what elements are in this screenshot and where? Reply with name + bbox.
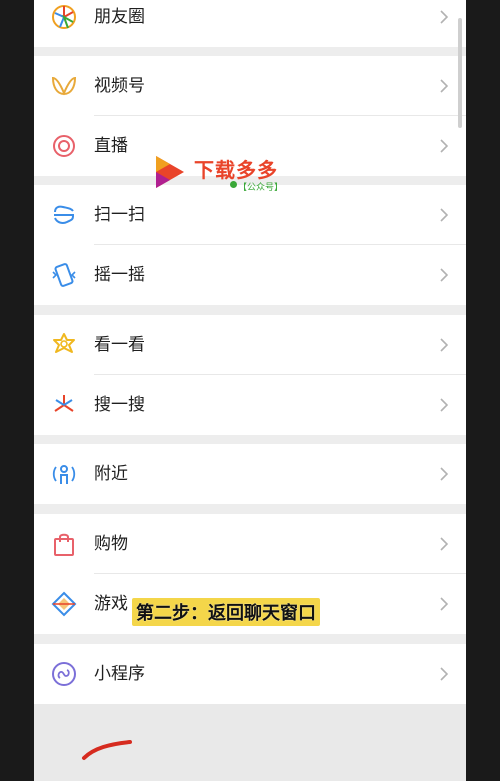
annotation-stroke (82, 740, 132, 760)
discover-screen: 朋友圈 视频号 直播 扫一扫 摇一摇 看一看 搜一搜 附近 购物 游戏 小程序 (34, 0, 466, 781)
menu-item-label: 游戏 (94, 594, 128, 614)
menu-item-label: 视频号 (94, 76, 145, 96)
shopping-icon (54, 533, 74, 556)
chevron-right-icon (440, 268, 448, 282)
scan-icon (54, 205, 74, 224)
chevron-right-icon (440, 597, 448, 611)
watermark-subtitle: 【公众号】 (238, 183, 284, 193)
games-icon (51, 591, 77, 617)
channels-icon (51, 76, 77, 96)
chevron-right-icon (440, 667, 448, 681)
menu-item-label: 小程序 (94, 664, 145, 684)
menu-item-search[interactable]: 搜一搜 (34, 375, 466, 435)
watermark-title: 下载多多 (194, 158, 278, 182)
watermark: 下载多多 【公众号】 (152, 152, 302, 196)
chevron-right-icon (440, 139, 448, 153)
moments-icon (52, 5, 76, 29)
menu-item-shake[interactable]: 摇一摇 (34, 245, 466, 305)
menu-item-label: 搜一搜 (94, 395, 145, 415)
menu-item-top-stories[interactable]: 看一看 (34, 315, 466, 375)
chevron-right-icon (440, 467, 448, 481)
top-stories-icon (53, 333, 75, 353)
chevron-right-icon (440, 79, 448, 93)
menu-item-label: 摇一摇 (94, 265, 145, 285)
play-logo-icon (156, 156, 184, 188)
live-icon (53, 135, 75, 157)
menu-item-channels[interactable]: 视频号 (34, 56, 466, 116)
menu-item-mini-programs[interactable]: 小程序 (34, 644, 466, 704)
search-icon (54, 395, 74, 412)
chevron-right-icon (440, 10, 448, 24)
shake-icon (52, 263, 76, 287)
mini-programs-icon (52, 662, 76, 686)
instruction-caption: 第二步：返回聊天窗口 (132, 598, 320, 626)
chevron-right-icon (440, 398, 448, 412)
menu-item-label: 购物 (94, 534, 128, 554)
menu-item-label: 扫一扫 (94, 205, 145, 225)
menu-item-label: 朋友圈 (94, 7, 145, 27)
scrollbar[interactable] (458, 18, 462, 128)
wechat-dot-icon (230, 181, 237, 188)
menu-item-moments[interactable]: 朋友圈 (34, 0, 466, 47)
menu-item-label: 看一看 (94, 335, 145, 355)
menu-item-label: 附近 (94, 464, 128, 484)
chevron-right-icon (440, 537, 448, 551)
menu-item-label: 直播 (94, 136, 128, 156)
chevron-right-icon (440, 338, 448, 352)
menu-item-nearby[interactable]: 附近 (34, 444, 466, 504)
chevron-right-icon (440, 208, 448, 222)
nearby-icon (52, 465, 76, 484)
menu-item-shopping[interactable]: 购物 (34, 514, 466, 574)
